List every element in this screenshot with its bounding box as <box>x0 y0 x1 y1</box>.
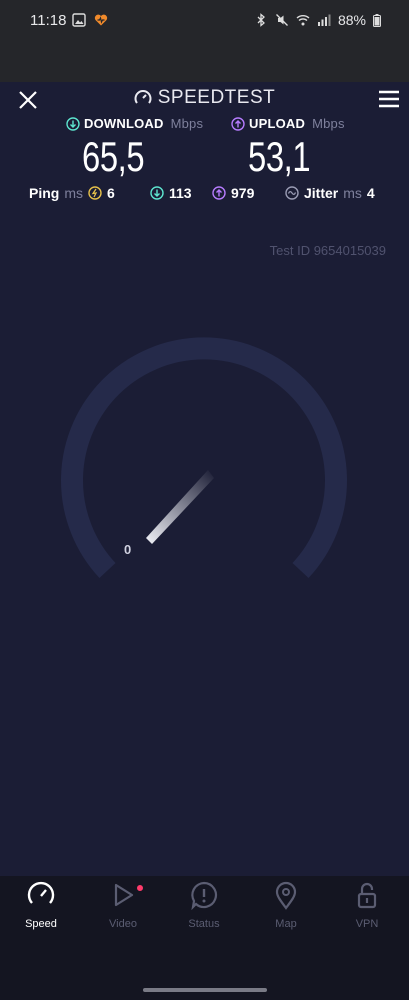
speed-gauge <box>61 337 347 578</box>
upload-header: UPLOAD Mbps <box>231 116 345 131</box>
jitter-icon <box>285 186 299 200</box>
nav-status-label: Status <box>188 918 220 930</box>
bluetooth-icon <box>257 13 265 27</box>
download-label: DOWNLOAD <box>84 116 164 131</box>
video-notification-dot <box>137 885 143 891</box>
upload-latency-icon <box>212 186 226 200</box>
ping-idle: Ping ms 6 <box>29 185 115 201</box>
download-latency-icon <box>150 186 164 200</box>
upload-arrow-icon <box>231 116 245 131</box>
nav-status[interactable]: Status <box>174 880 234 930</box>
play-icon <box>114 883 134 907</box>
image-icon <box>72 13 86 27</box>
ping-unit: ms <box>64 185 84 201</box>
gauge-track <box>61 337 347 578</box>
nav-map[interactable]: Map <box>256 880 316 930</box>
idle-latency-icon <box>88 186 102 200</box>
download-arrow-icon <box>66 116 80 131</box>
signal-icon <box>317 14 331 26</box>
alert-bubble-icon <box>191 881 218 911</box>
jitter-unit: ms <box>343 185 362 201</box>
nav-video[interactable]: Video <box>93 880 153 930</box>
test-id: Test ID 9654015039 <box>269 243 386 258</box>
home-gesture-bar[interactable] <box>143 988 267 992</box>
nav-speed-label: Speed <box>25 918 57 930</box>
ping-idle-value: 6 <box>107 185 115 201</box>
map-pin-icon <box>275 881 297 910</box>
gauge-min-label: 0 <box>124 542 132 557</box>
app-logo: SPEEDTEST <box>0 87 409 109</box>
battery-percent: 88% <box>337 12 366 28</box>
heart-app-icon <box>94 14 108 26</box>
battery-icon <box>373 13 381 27</box>
status-time: 11:18 <box>30 12 67 29</box>
mute-icon <box>276 14 288 26</box>
ping-upload: 979 <box>212 185 254 201</box>
system-status-bar: 11:18 88% <box>0 0 409 82</box>
download-header: DOWNLOAD Mbps <box>66 116 203 131</box>
ping-upload-value: 979 <box>231 185 255 201</box>
nav-vpn-label: VPN <box>355 918 379 930</box>
nav-vpn[interactable]: VPN <box>337 880 397 930</box>
nav-map-label: Map <box>275 918 297 930</box>
upload-unit: Mbps <box>312 116 345 131</box>
lock-icon <box>357 882 377 909</box>
upload-value: 53,1 <box>248 133 311 180</box>
jitter-value: 4 <box>366 185 375 201</box>
upload-label: UPLOAD <box>249 116 306 131</box>
gauge-needle <box>146 470 214 544</box>
jitter: Jitter ms 4 <box>285 185 375 201</box>
jitter-label: Jitter <box>304 185 339 201</box>
app-title: SPEEDTEST <box>157 87 276 108</box>
hamburger-menu-icon[interactable] <box>377 88 401 110</box>
ping-download: 113 <box>150 185 192 201</box>
wifi-icon <box>296 15 310 26</box>
ping-label: Ping <box>29 185 60 201</box>
nav-video-label: Video <box>109 918 137 930</box>
download-unit: Mbps <box>170 116 204 131</box>
download-value: 65,5 <box>82 133 145 180</box>
speed-icon <box>27 881 55 904</box>
ping-download-value: 113 <box>169 185 192 201</box>
speedtest-logo-icon <box>134 90 152 104</box>
nav-speed[interactable]: Speed <box>11 880 71 930</box>
